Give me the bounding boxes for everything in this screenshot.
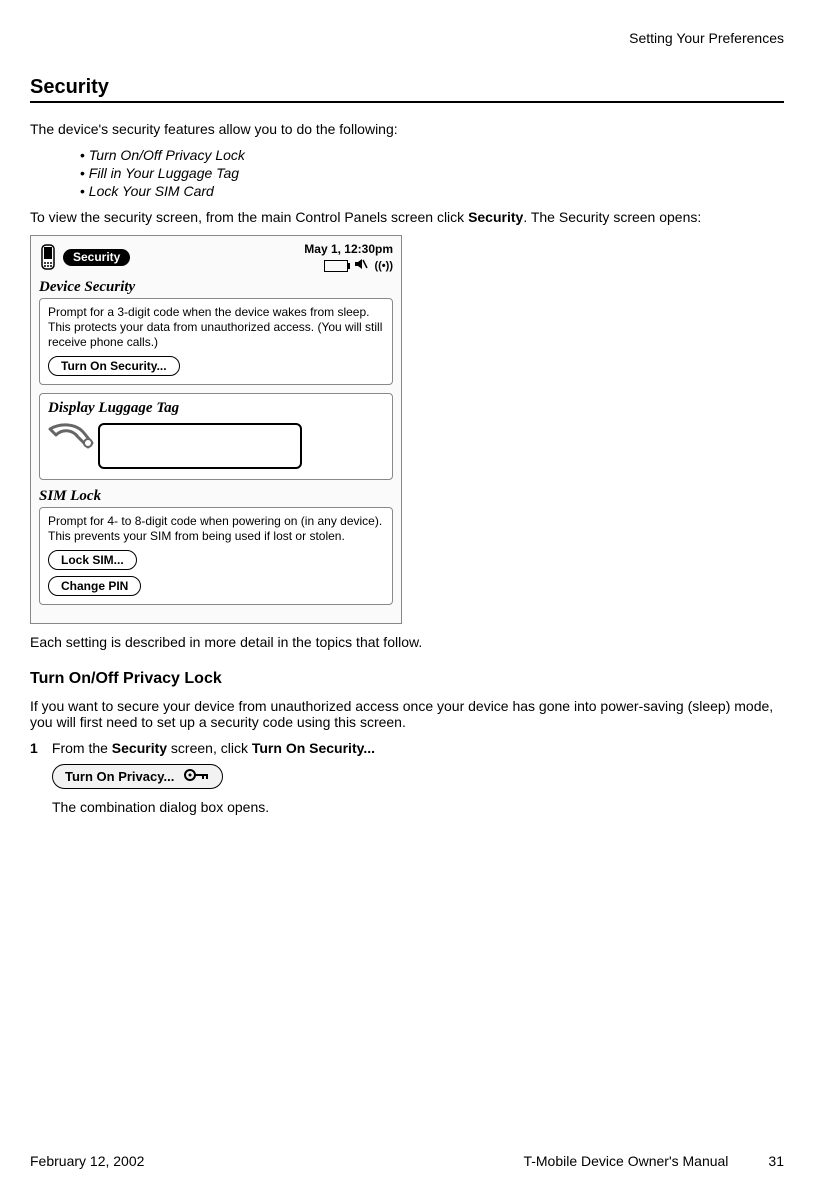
page-footer: February 12, 2002 T-Mobile Device Owner'… <box>30 1153 784 1169</box>
screen-title-pill: Security <box>63 249 130 266</box>
step-1-number: 1 <box>30 740 48 756</box>
after-shot-text: Each setting is described in more detail… <box>30 634 784 650</box>
luggage-strap-icon <box>48 421 94 471</box>
lock-sim-button[interactable]: Lock SIM... <box>48 550 137 570</box>
step-1-followup: The combination dialog box opens. <box>52 799 784 815</box>
sim-lock-desc: Prompt for 4- to 8-digit code when power… <box>48 514 384 544</box>
footer-date: February 12, 2002 <box>30 1153 144 1169</box>
luggage-panel: Display Luggage Tag <box>39 393 393 480</box>
feature-bullets: Turn On/Off Privacy Lock Fill in Your Lu… <box>40 147 784 199</box>
bullet-privacy-lock: Turn On/Off Privacy Lock <box>80 147 784 163</box>
section-heading-security: Security <box>30 76 784 103</box>
phone-icon <box>39 244 57 272</box>
view-instruction: To view the security screen, from the ma… <box>30 209 784 225</box>
sim-lock-panel: Prompt for 4- to 8-digit code when power… <box>39 507 393 605</box>
luggage-heading: Display Luggage Tag <box>48 400 384 417</box>
running-head: Setting Your Preferences <box>30 30 784 46</box>
device-security-desc: Prompt for a 3-digit code when the devic… <box>48 305 384 350</box>
privacy-lock-intro: If you want to secure your device from u… <box>30 698 784 730</box>
device-security-heading: Device Security <box>39 279 393 296</box>
turn-on-privacy-inline-button[interactable]: Turn On Privacy... <box>52 764 223 789</box>
luggage-tag-field[interactable] <box>98 423 302 469</box>
key-icon <box>184 768 210 785</box>
sim-lock-heading: SIM Lock <box>39 488 393 505</box>
turn-on-security-button[interactable]: Turn On Security... <box>48 356 180 376</box>
security-screenshot: Security May 1, 12:30pm ((•)) Device Sec… <box>30 235 402 624</box>
step-1-mid: screen, click <box>167 740 252 756</box>
step-1-bold2: Turn On Security... <box>252 740 375 756</box>
step-1-bold1: Security <box>112 740 167 756</box>
turn-on-privacy-label: Turn On Privacy... <box>65 769 174 784</box>
step-1-pre: From the <box>52 740 112 756</box>
device-security-panel: Prompt for a 3-digit code when the devic… <box>39 298 393 385</box>
signal-icon: ((•)) <box>374 260 393 272</box>
bullet-luggage-tag: Fill in Your Luggage Tag <box>80 165 784 181</box>
status-time: May 1, 12:30pm <box>304 242 393 256</box>
step-1: 1 From the Security screen, click Turn O… <box>30 740 784 815</box>
mute-icon <box>354 258 368 273</box>
intro-text: The device's security features allow you… <box>30 121 784 137</box>
view-instr-bold: Security <box>468 209 523 225</box>
change-pin-button[interactable]: Change PIN <box>48 576 141 596</box>
view-instr-pre: To view the security screen, from the ma… <box>30 209 468 225</box>
subheading-privacy-lock: Turn On/Off Privacy Lock <box>30 670 784 688</box>
footer-manual: T-Mobile Device Owner's Manual <box>523 1153 728 1169</box>
view-instr-post: . The Security screen opens: <box>523 209 701 225</box>
bullet-lock-sim: Lock Your SIM Card <box>80 183 784 199</box>
battery-icon <box>324 260 348 272</box>
footer-page-number: 31 <box>768 1153 784 1169</box>
